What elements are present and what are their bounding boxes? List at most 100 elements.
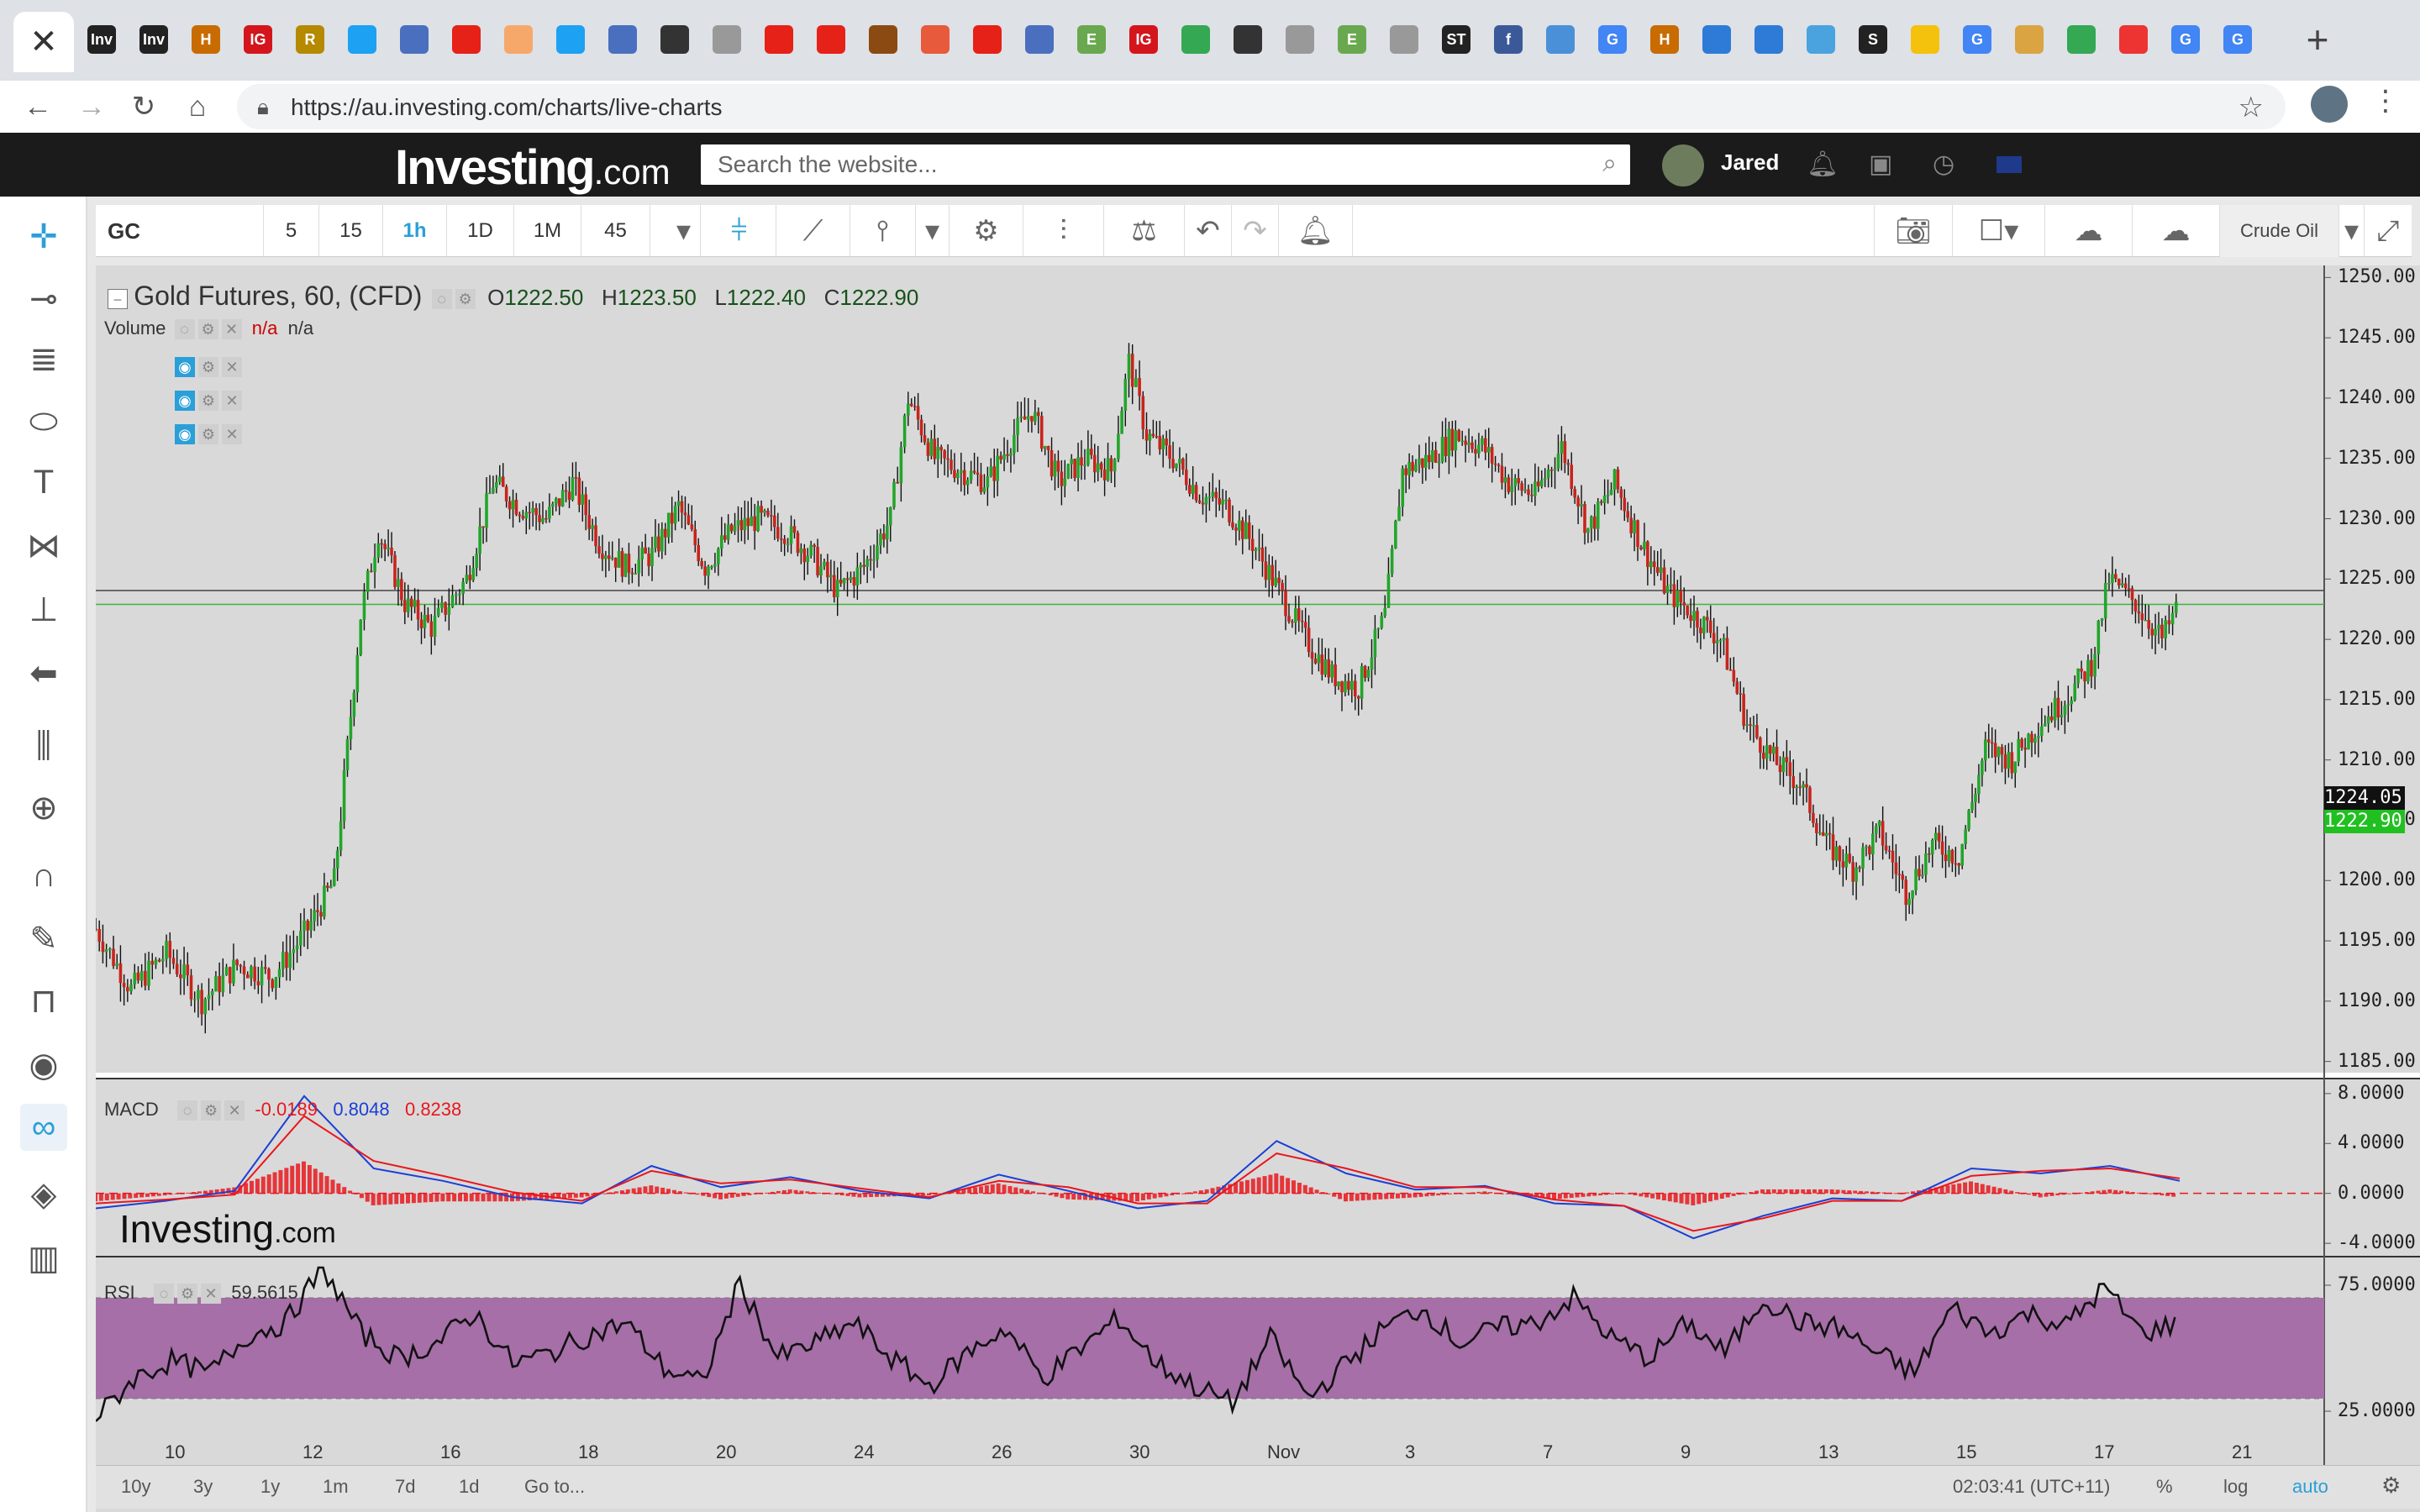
zoom-icon[interactable]: ⊕ — [20, 785, 67, 832]
globe-icon[interactable] — [608, 25, 637, 54]
indicator-settings-icon[interactable]: ⚙ — [198, 357, 218, 378]
eye-icon[interactable]: ◉ — [20, 1042, 67, 1089]
magnet-icon[interactable]: ∩ — [20, 852, 67, 899]
youtube-icon[interactable] — [973, 25, 1002, 54]
fib-lines-icon[interactable]: ≣ — [20, 336, 67, 383]
ig-icon[interactable]: IG — [1129, 25, 1158, 54]
rsi-settings-icon[interactable]: ⚙ — [177, 1284, 198, 1305]
fullscreen-icon[interactable]: ⤢ — [2365, 205, 2412, 257]
investing-logo[interactable]: Investing.com — [395, 139, 671, 196]
google-icon[interactable]: G — [2171, 25, 2200, 54]
indicator-close-icon[interactable]: ✕ — [222, 357, 242, 378]
reload-icon[interactable]: ↻ — [123, 86, 165, 128]
rsi-close-icon[interactable]: ✕ — [201, 1284, 222, 1305]
auto-scale-button[interactable]: auto — [2292, 1476, 2328, 1498]
layout-select-icon[interactable]: ☐▾ — [1953, 205, 2045, 257]
close-tab-icon[interactable]: ✕ — [13, 12, 74, 72]
trend-line-icon[interactable]: ⊸ — [20, 276, 67, 323]
unlock-icon[interactable]: ⊓ — [20, 978, 67, 1025]
s-icon[interactable]: S — [1859, 25, 1887, 54]
compare-symbol-select[interactable]: Crude Oil — [2220, 205, 2339, 257]
e-icon[interactable]: E — [1338, 25, 1366, 54]
range-1y[interactable]: 1y — [260, 1476, 280, 1498]
new-tab-button[interactable]: + — [2296, 18, 2339, 62]
pen-icon[interactable] — [1911, 25, 1939, 54]
globe-icon[interactable] — [1025, 25, 1054, 54]
interval-45[interactable]: 45 — [581, 205, 650, 257]
google-icon[interactable]: G — [1963, 25, 1991, 54]
range-10y[interactable]: 10y — [121, 1476, 150, 1498]
chart-area[interactable]: − Gold Futures, 60, (CFD) ◌ ⚙ O1222.50 H1… — [96, 265, 2420, 1512]
undo-icon[interactable]: ↶ — [1185, 205, 1232, 257]
bell-icon[interactable]: 🔔︎ — [1807, 150, 1839, 179]
google-icon[interactable]: G — [1598, 25, 1627, 54]
ig-icon[interactable]: IG — [244, 25, 272, 54]
shape-icon[interactable]: ⬭ — [20, 398, 67, 445]
indicators-icon[interactable]: ⫼ — [20, 722, 67, 769]
search-icon[interactable] — [1234, 25, 1262, 54]
inv-icon[interactable]: Inv — [139, 25, 168, 54]
area-chart-icon[interactable]: ⟋ — [776, 205, 850, 257]
forward-arrow-icon[interactable]: → — [71, 86, 113, 128]
home-icon[interactable]: ⌂ — [176, 86, 218, 128]
series-settings-icon[interactable]: ⚙ — [455, 289, 476, 310]
chart-icon[interactable] — [1546, 25, 1575, 54]
indicator-settings-icon[interactable]: ⚙ — [198, 391, 218, 412]
candlestick-type-icon[interactable]: ⫩ — [702, 205, 776, 257]
settings-gear-icon[interactable]: ⚙ — [950, 205, 1023, 257]
youtube-icon[interactable] — [817, 25, 845, 54]
interval-1D[interactable]: 1D — [447, 205, 514, 257]
range-1d[interactable]: 1d — [459, 1476, 479, 1498]
browser-menu-icon[interactable]: ⋮ — [2371, 84, 2400, 118]
link-icon[interactable]: ∞ — [20, 1104, 67, 1151]
indicators-chart-icon[interactable]: ⫶ — [1023, 205, 1104, 257]
h-icon[interactable]: H — [192, 25, 220, 54]
cloud-icon[interactable] — [1807, 25, 1835, 54]
globe-icon[interactable] — [400, 25, 429, 54]
st-icon[interactable]: ST — [1442, 25, 1470, 54]
r-icon[interactable]: R — [296, 25, 324, 54]
fx-icon[interactable] — [869, 25, 897, 54]
camera-icon[interactable]: 📷︎ — [1874, 205, 1953, 257]
indicator-eye-icon[interactable]: ◉ — [175, 424, 195, 445]
rsi-eye-icon[interactable]: ◌ — [154, 1284, 175, 1305]
back-arrow-icon[interactable]: ← — [17, 86, 59, 128]
alert-bell-icon[interactable]: 🔔︎ — [1279, 205, 1353, 257]
address-bar[interactable]: 🔒︎ https://au.investing.com/charts/live-… — [237, 84, 2286, 129]
symbol-input[interactable]: GC — [96, 205, 264, 257]
maps-icon[interactable] — [1181, 25, 1210, 54]
compare-scale-icon[interactable]: ⚖ — [1104, 205, 1185, 257]
bracket-icon[interactable] — [1702, 25, 1731, 54]
indicator-close-icon[interactable]: ✕ — [222, 391, 242, 412]
cloud-upload-icon[interactable]: ☁ — [2133, 205, 2220, 257]
volume-eye-icon[interactable]: ◌ — [174, 319, 195, 340]
range-7d[interactable]: 7d — [395, 1476, 415, 1498]
macd-eye-icon[interactable]: ◌ — [177, 1100, 198, 1121]
price-chart-svg[interactable] — [96, 265, 2420, 1467]
doc-icon[interactable] — [1286, 25, 1314, 54]
maps-icon[interactable] — [2067, 25, 2096, 54]
search-icon[interactable]: ⌕ — [1602, 150, 1617, 178]
pattern-icon[interactable]: ⋈ — [20, 522, 67, 570]
interval-5[interactable]: 5 — [264, 205, 319, 257]
inv-icon[interactable]: Inv — [87, 25, 116, 54]
target-icon[interactable] — [921, 25, 950, 54]
indicator-eye-icon[interactable]: ◉ — [175, 357, 195, 378]
cloud-download-icon[interactable]: ☁ — [2045, 205, 2133, 257]
text-tool-icon[interactable]: T — [20, 459, 67, 506]
trash-icon[interactable]: ▥ — [20, 1235, 67, 1282]
arrow-left-icon[interactable]: ⬅ — [20, 650, 67, 697]
collapse-icon[interactable]: − — [108, 289, 128, 310]
macd-close-icon[interactable]: ✕ — [224, 1100, 245, 1121]
volume-settings-icon[interactable]: ⚙ — [197, 319, 218, 340]
interval-15[interactable]: 15 — [319, 205, 383, 257]
flag-au-icon[interactable] — [1996, 156, 2022, 173]
bar-chart-icon[interactable]: ⫯ — [850, 205, 916, 257]
twitter-icon[interactable] — [556, 25, 585, 54]
facebook-icon[interactable]: f — [1494, 25, 1523, 54]
doc-icon[interactable] — [1390, 25, 1418, 54]
pencil-lock-icon[interactable]: ✎ — [20, 916, 67, 963]
google-icon[interactable]: G — [2223, 25, 2252, 54]
url-text[interactable]: https://au.investing.com/charts/live-cha… — [291, 94, 723, 121]
bookmark-star-icon[interactable]: ☆ — [2238, 91, 2264, 124]
